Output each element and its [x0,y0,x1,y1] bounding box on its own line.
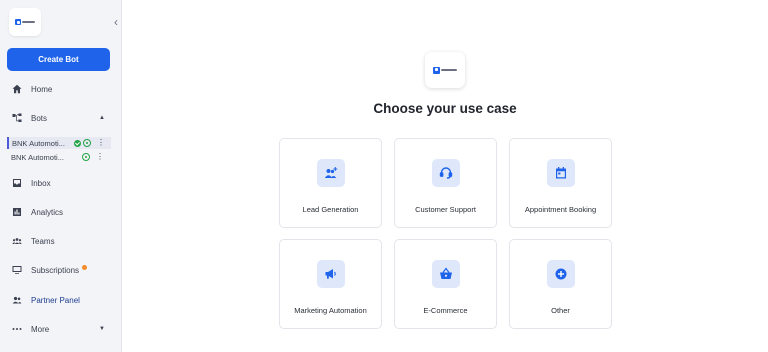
sidebar-item-more[interactable]: More ▼ [11,322,111,336]
use-case-card-e-commerce[interactable]: E-Commerce [394,239,497,329]
headset-icon [432,159,460,187]
megaphone-icon [317,260,345,288]
bot-name: BNK Automoti... [11,152,64,162]
more-dots-icon [11,323,23,335]
inbox-icon [11,177,23,189]
teams-icon [11,235,23,247]
more-options-icon[interactable]: ⋮ [97,139,105,147]
verified-check-icon [74,139,81,147]
use-case-card-other[interactable]: Other [509,239,612,329]
sidebar-item-label: Analytics [31,207,64,217]
home-icon [11,83,23,95]
bot-name: BNK Automoti... [12,138,65,148]
brand-logo-large [425,52,465,88]
chevron-up-icon[interactable]: ▲ [99,115,105,121]
create-bot-button[interactable]: Create Bot [7,48,110,71]
more-options-icon[interactable]: ⋮ [96,153,104,161]
sidebar-item-teams[interactable]: Teams [11,234,111,248]
sidebar-item-label: Inbox [31,178,51,188]
card-label: Customer Support [415,205,476,214]
bot-list-item[interactable]: BNK Automoti... ⋮ [7,151,111,163]
card-label: Lead Generation [302,205,359,214]
whatsapp-icon [83,139,91,147]
use-case-card-marketing-automation[interactable]: Marketing Automation [279,239,382,329]
plus-circle-icon [547,260,575,288]
card-label: Appointment Booking [524,205,597,214]
partner-users-icon [11,294,23,306]
card-label: E-Commerce [423,306,468,315]
sidebar-item-analytics[interactable]: Analytics [11,205,111,219]
add-user-icon [317,159,345,187]
calendar-icon [547,159,575,187]
analytics-chart-icon [11,206,23,218]
use-case-card-lead-generation[interactable]: Lead Generation [279,138,382,228]
brand-logo[interactable] [9,8,41,36]
card-label: Marketing Automation [294,306,367,315]
collapse-sidebar-chevron-icon[interactable]: ‹ [111,15,121,29]
card-label: Other [551,306,570,315]
sidebar-item-home[interactable]: Home [11,82,111,96]
bot-list-item[interactable]: BNK Automoti... ⋮ [7,137,111,149]
sidebar-item-label: More [31,324,50,334]
bots-tree-icon [11,112,23,124]
notification-dot [82,264,88,270]
sidebar-item-label: Bots [31,113,48,123]
whatsapp-icon [82,153,90,161]
chevron-down-icon[interactable]: ▼ [99,326,105,332]
sidebar: ‹ Create Bot Home Bots ▲ BNK Automoti...… [0,0,122,352]
use-case-card-customer-support[interactable]: Customer Support [394,138,497,228]
use-case-card-appointment-booking[interactable]: Appointment Booking [509,138,612,228]
page-title: Choose your use case [373,101,517,116]
sidebar-item-label: Home [31,84,53,94]
sidebar-item-bots[interactable]: Bots ▲ [11,111,111,125]
sidebar-item-subscriptions[interactable]: Subscriptions [11,263,111,277]
logo-mark [433,66,457,74]
sidebar-item-label: Teams [31,236,55,246]
sidebar-item-partner-panel[interactable]: Partner Panel [11,293,111,307]
basket-icon [432,260,460,288]
monitor-icon [11,264,23,276]
logo-mark [15,19,35,25]
sidebar-item-label: Partner Panel [31,295,80,305]
sidebar-item-label: Subscriptions [31,265,80,275]
sidebar-item-inbox[interactable]: Inbox [11,176,111,190]
